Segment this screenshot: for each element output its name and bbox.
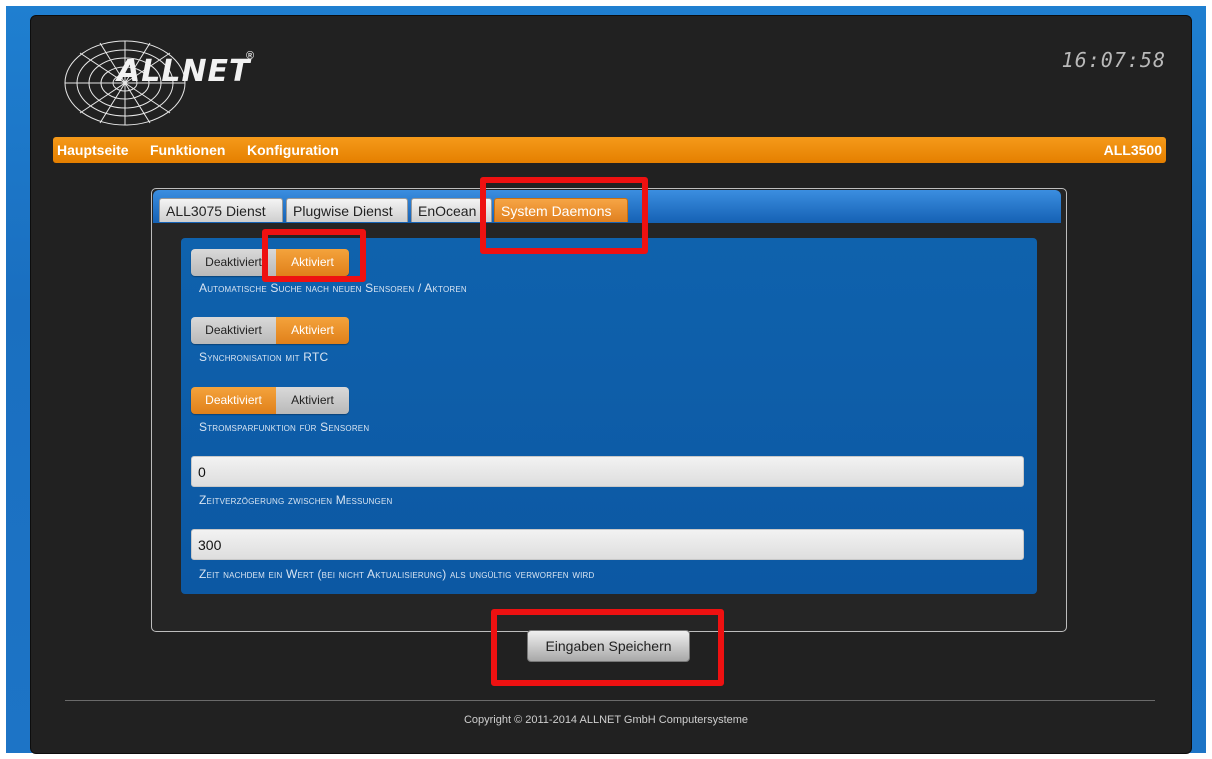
power-save-label: Stromsparfunktion für Sensoren (199, 420, 370, 434)
power-save-toggle: Deaktiviert Aktiviert (191, 387, 349, 414)
tab-all3075-dienst[interactable]: ALL3075 Dienst (159, 198, 283, 222)
main-navigation: Hauptseite Funktionen Konfiguration ALL3… (53, 137, 1166, 163)
nav-funktionen[interactable]: Funktionen (150, 142, 225, 158)
rtc-sync-label: Synchronisation mit RTC (199, 350, 329, 364)
value-timeout-input[interactable] (191, 529, 1024, 560)
nav-hauptseite[interactable]: Hauptseite (57, 142, 129, 158)
clock: 16:07:58 (1061, 48, 1166, 72)
footer-divider (65, 700, 1155, 701)
nav-konfiguration[interactable]: Konfiguration (247, 142, 339, 158)
measurement-delay-label: Zeitverzögerung zwischen Messungen (199, 493, 393, 507)
rtc-sync-on-option[interactable]: Aktiviert (276, 317, 349, 344)
rtc-sync-toggle: Deaktiviert Aktiviert (191, 317, 349, 344)
save-button[interactable]: Eingaben Speichern (527, 630, 690, 662)
tab-enocean[interactable]: EnOcean (411, 198, 492, 222)
auto-search-toggle: Deaktiviert Aktiviert (191, 249, 349, 276)
auto-search-label: Automatische Suche nach neuen Sensoren /… (199, 281, 467, 295)
tab-plugwise-dienst[interactable]: Plugwise Dienst (286, 198, 408, 222)
auto-search-off-option[interactable]: Deaktiviert (191, 249, 276, 276)
power-save-on-option[interactable]: Aktiviert (276, 387, 349, 414)
rtc-sync-off-option[interactable]: Deaktiviert (191, 317, 276, 344)
measurement-delay-input[interactable] (191, 456, 1024, 487)
power-save-off-option[interactable]: Deaktiviert (191, 387, 276, 414)
value-timeout-label: Zeit nachdem ein Wert (bei nicht Aktuali… (199, 567, 595, 581)
auto-search-on-option[interactable]: Aktiviert (276, 249, 349, 276)
brand-name: ALLNET (117, 54, 251, 89)
registered-mark: ® (246, 50, 255, 62)
tab-system-daemons[interactable]: System Daemons (494, 198, 628, 222)
copyright-text: Copyright © 2011-2014 ALLNET GmbH Comput… (463, 714, 749, 726)
device-name: ALL3500 (1103, 142, 1162, 158)
